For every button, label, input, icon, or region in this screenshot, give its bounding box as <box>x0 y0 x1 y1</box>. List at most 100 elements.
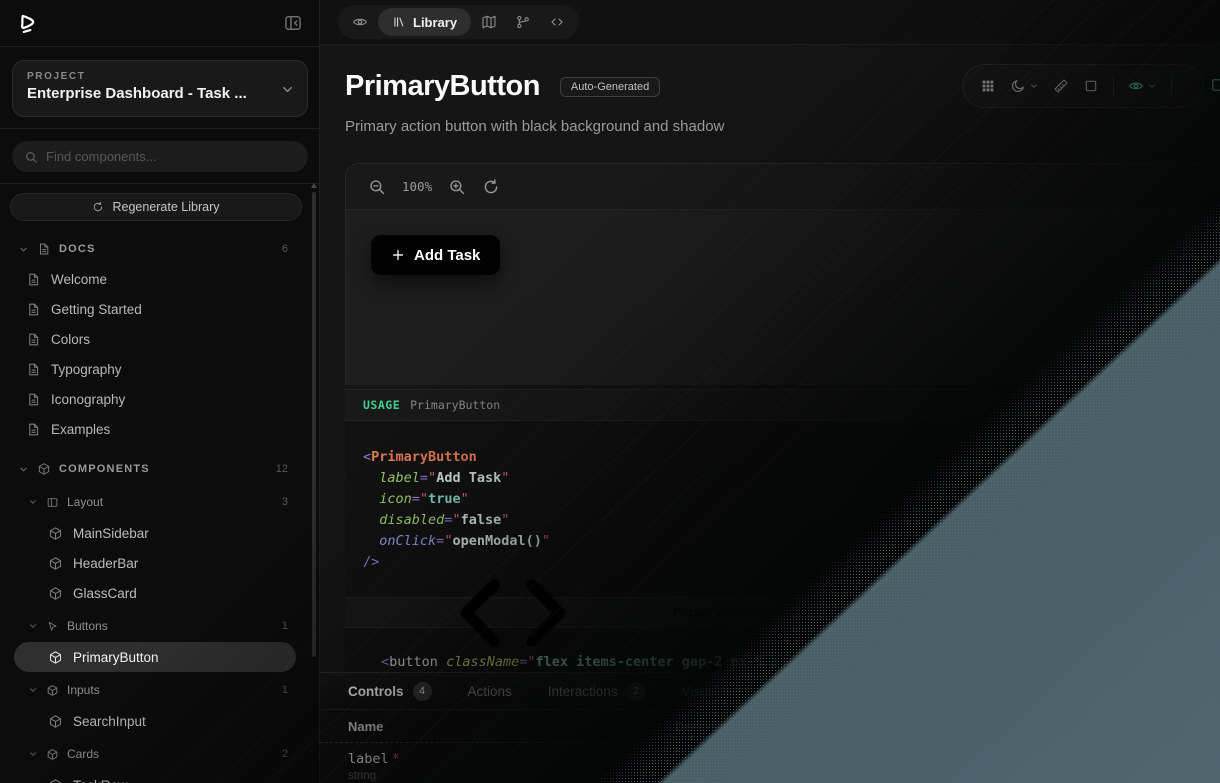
doc-icon <box>26 362 41 377</box>
doc-icon <box>26 392 41 407</box>
preview-canvas-panel: 100% Add Task <box>345 163 1220 385</box>
divider <box>1171 75 1172 97</box>
component-item-headerbar[interactable]: HeaderBar <box>0 548 312 578</box>
sidebar-item-examples[interactable]: Examples <box>0 414 312 444</box>
tab-label: Visual tests <box>682 684 751 699</box>
chevron-down-icon <box>28 749 38 759</box>
theme-toggle-button[interactable] <box>1005 73 1044 99</box>
plus-icon <box>391 248 405 262</box>
project-selector[interactable]: PROJECT Enterprise Dashboard - Task ... <box>12 60 308 117</box>
refresh-icon <box>92 201 104 213</box>
tab-badge: 4 <box>413 682 432 701</box>
visibility-button[interactable] <box>1123 73 1162 99</box>
sidebar: PROJECT Enterprise Dashboard - Task ... … <box>0 0 320 783</box>
sidebar-item-iconography[interactable]: Iconography <box>0 384 312 414</box>
item-label: Examples <box>51 422 110 437</box>
column-name: Name <box>348 719 383 734</box>
component-item-glasscard[interactable]: GlassCard <box>0 578 312 608</box>
item-label: Iconography <box>51 392 125 407</box>
zoom-in-button[interactable] <box>448 178 466 196</box>
chevron-down-icon <box>18 244 29 255</box>
refresh-icon[interactable] <box>482 178 500 196</box>
item-label: HeaderBar <box>73 556 138 571</box>
usage-code-header: USAGE PrimaryButton <box>345 390 1220 421</box>
addon-tabs: Controls 4 Actions Interactions 2 Visual… <box>320 673 1220 710</box>
auto-generated-badge: Auto-Generated <box>560 77 660 97</box>
doc-icon <box>37 242 51 256</box>
section-label: DOCS <box>59 243 96 255</box>
item-label: Welcome <box>51 272 107 287</box>
cube-icon <box>37 462 51 476</box>
group-inputs[interactable]: Inputs 1 <box>0 677 312 703</box>
cube-icon <box>48 526 63 541</box>
divider <box>0 128 320 129</box>
page-title: PrimaryButton <box>345 70 540 103</box>
clipped-toolbar-button[interactable] <box>1209 76 1220 96</box>
component-item-primarybutton-selected[interactable]: PrimaryButton <box>14 642 296 672</box>
tab-actions[interactable]: Actions <box>468 684 512 699</box>
sidebar-item-typography[interactable]: Typography <box>0 354 312 384</box>
tab-interactions[interactable]: Interactions 2 <box>548 682 646 701</box>
outline-button[interactable] <box>1078 73 1104 99</box>
code-button[interactable] <box>541 8 573 36</box>
group-cards[interactable]: Cards 2 <box>0 741 312 767</box>
chevron-down-icon <box>18 464 29 475</box>
library-icon <box>392 15 406 29</box>
section-count: 6 <box>282 243 288 255</box>
sidebar-item-welcome[interactable]: Welcome <box>0 264 312 294</box>
map-button[interactable] <box>473 8 505 36</box>
project-name: Enterprise Dashboard - Task ... <box>27 85 293 102</box>
tab-library[interactable]: Library <box>378 8 471 36</box>
measure-button[interactable] <box>1048 73 1074 99</box>
search-placeholder: Find components... <box>46 149 157 164</box>
source-file-header: PrimaryButton.tsx <box>345 597 1220 628</box>
add-task-preview-button[interactable]: Add Task <box>371 235 500 275</box>
top-toolbar: Library <box>320 0 1220 45</box>
zoom-toolbar: 100% <box>346 164 1220 210</box>
usage-code-block[interactable]: <PrimaryButton label="Add Task" icon="tr… <box>345 421 1220 672</box>
doc-icon <box>26 332 41 347</box>
zoom-out-button[interactable] <box>368 178 386 196</box>
group-label: Buttons <box>67 619 108 633</box>
controls-table-header: Name Description <box>320 710 1220 743</box>
square-outline-icon <box>1209 76 1220 94</box>
component-item-searchinput[interactable]: SearchInput <box>0 706 312 736</box>
sidebar-item-getting-started[interactable]: Getting Started <box>0 294 312 324</box>
tab-accessibility-clipped[interactable]: Ac <box>786 684 802 699</box>
vertical-scrollbar[interactable] <box>312 192 316 657</box>
prop-type: string <box>348 770 1220 782</box>
group-count: 1 <box>282 620 288 632</box>
scroll-up-arrow[interactable] <box>311 183 317 188</box>
component-preview-area: Add Task <box>346 210 1220 385</box>
app-logo-icon <box>13 8 43 38</box>
section-components[interactable]: COMPONENTS 12 <box>0 454 312 484</box>
find-components-input[interactable]: Find components... <box>12 141 308 172</box>
cube-icon <box>46 684 59 697</box>
branch-button[interactable] <box>507 8 539 36</box>
component-item-mainsidebar[interactable]: MainSidebar <box>0 518 312 548</box>
table-row[interactable]: label* string <box>320 743 1220 782</box>
component-item-taskrow[interactable]: TaskRow <box>0 770 312 783</box>
tab-visual-tests[interactable]: Visual tests <box>682 684 751 699</box>
group-count: 2 <box>282 748 288 760</box>
section-docs[interactable]: DOCS 6 <box>0 234 312 264</box>
map-icon <box>481 14 497 30</box>
eye-icon <box>352 14 368 30</box>
sidebar-item-colors[interactable]: Colors <box>0 324 312 354</box>
preview-eye-button[interactable] <box>344 8 376 36</box>
chevron-down-icon <box>28 497 38 507</box>
code-line: icon="true" <box>363 489 1220 510</box>
code-line: disabled="false" <box>363 510 1220 531</box>
sidebar-header <box>0 0 319 47</box>
sidebar-collapse-button[interactable] <box>283 13 303 33</box>
grid-view-button[interactable] <box>975 73 1001 99</box>
item-label: TaskRow <box>73 778 128 783</box>
regenerate-library-button[interactable]: Regenerate Library <box>10 193 302 221</box>
group-layout[interactable]: Layout 3 <box>0 489 312 515</box>
doc-icon <box>26 422 41 437</box>
code-line: <button className="flex items-center gap… <box>381 652 1220 672</box>
tab-controls[interactable]: Controls 4 <box>348 682 432 701</box>
tab-label: Library <box>413 15 457 30</box>
regenerate-label: Regenerate Library <box>112 200 219 214</box>
group-buttons[interactable]: Buttons 1 <box>0 613 312 639</box>
